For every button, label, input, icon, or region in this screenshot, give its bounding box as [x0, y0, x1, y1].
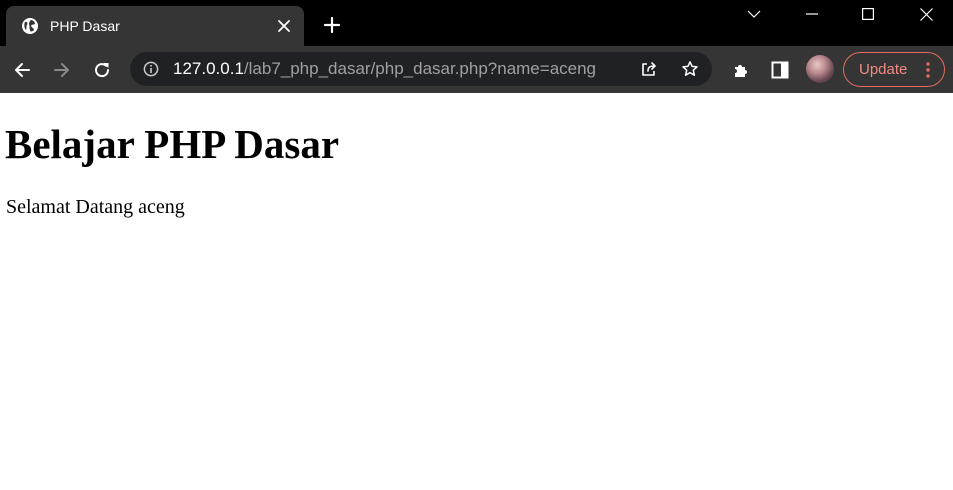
- profile-avatar[interactable]: [806, 55, 834, 83]
- maximize-icon[interactable]: [845, 0, 891, 28]
- puzzle-icon[interactable]: [727, 56, 755, 84]
- globe-icon: [21, 17, 39, 35]
- browser-tab[interactable]: PHP Dasar: [6, 6, 304, 46]
- side-panel-icon[interactable]: [766, 56, 794, 84]
- minimize-icon[interactable]: [789, 0, 835, 28]
- star-icon[interactable]: [679, 58, 701, 80]
- address-bar[interactable]: 127.0.0.1/lab7_php_dasar/php_dasar.php?n…: [130, 52, 712, 86]
- kebab-menu-icon[interactable]: [920, 60, 936, 80]
- page-content: Belajar PHP Dasar Selamat Datang aceng: [0, 93, 953, 490]
- update-button[interactable]: Update: [843, 52, 945, 87]
- url-path: /lab7_php_dasar/php_dasar.php?name=aceng: [243, 59, 597, 78]
- share-icon[interactable]: [638, 58, 660, 80]
- chevron-down-icon[interactable]: [731, 0, 777, 28]
- update-label: Update: [859, 61, 908, 78]
- reload-icon[interactable]: [88, 56, 116, 84]
- close-icon[interactable]: [903, 0, 949, 28]
- page-title: Belajar PHP Dasar: [5, 121, 340, 167]
- forward-arrow-icon[interactable]: [48, 56, 76, 84]
- tab-title: PHP Dasar: [50, 18, 120, 34]
- browser-toolbar: 127.0.0.1/lab7_php_dasar/php_dasar.php?n…: [0, 46, 953, 93]
- greeting-text: Selamat Datang aceng: [6, 196, 185, 218]
- url-host: 127.0.0.1: [173, 59, 244, 78]
- back-arrow-icon[interactable]: [8, 56, 36, 84]
- url-text[interactable]: 127.0.0.1/lab7_php_dasar/php_dasar.php?n…: [173, 58, 596, 80]
- info-icon[interactable]: [142, 60, 160, 78]
- plus-icon[interactable]: [320, 13, 344, 37]
- close-tab-icon[interactable]: [275, 17, 293, 35]
- tab-strip: PHP Dasar: [0, 0, 953, 46]
